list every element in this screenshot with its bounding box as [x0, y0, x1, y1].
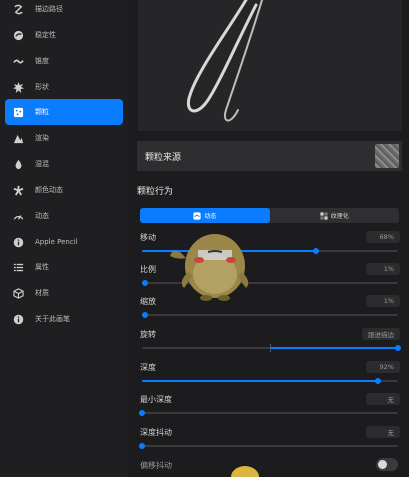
- segment-moving[interactable]: 动态: [140, 208, 270, 223]
- setting-depth-jitter: 深度抖动 无: [139, 426, 400, 453]
- setting-value[interactable]: 1%: [366, 295, 400, 307]
- brush-stroke-preview: [187, 0, 263, 122]
- depth-slider[interactable]: [142, 378, 398, 384]
- color-dynamics-icon: [11, 183, 25, 197]
- brush-settings-sidebar: 描边路径 稳定性 锥度 形状 颗粒 渲染 湿混 颜色动态 动态 Apple Pe…: [0, 0, 128, 477]
- sidebar-item-label: 渲染: [35, 134, 49, 142]
- stroke-path-icon: [11, 2, 25, 16]
- textured-grain-icon: [320, 211, 328, 220]
- setting-value[interactable]: 92%: [366, 361, 400, 373]
- shape-icon: [11, 80, 25, 94]
- sidebar-item-label: 关于此画笔: [35, 315, 70, 323]
- setting-rotation: 旋转 跟进描边: [140, 328, 401, 355]
- sidebar-item-label: Apple Pencil: [35, 238, 78, 246]
- list-icon: [11, 260, 25, 274]
- grain-mode-segmented-control: 动态 纹理化: [140, 208, 399, 223]
- setting-value[interactable]: 跟进描边: [362, 328, 400, 340]
- sidebar-item-label: 形状: [35, 83, 49, 91]
- sidebar-item-materials[interactable]: 材质: [5, 280, 123, 306]
- grain-icon: [11, 105, 25, 119]
- setting-value[interactable]: 1%: [366, 263, 400, 275]
- zoom-slider[interactable]: [141, 312, 398, 318]
- sidebar-item-label: 描边路径: [35, 5, 63, 13]
- sidebar-item-stabilization[interactable]: 稳定性: [5, 22, 123, 48]
- sidebar-item-label: 湿混: [35, 160, 49, 168]
- depth-jitter-slider[interactable]: [139, 443, 398, 449]
- setting-offset-jitter: 偏移抖动: [140, 458, 400, 477]
- moving-grain-icon: [193, 211, 201, 220]
- setting-value[interactable]: 68%: [366, 231, 400, 243]
- sidebar-item-shape[interactable]: 形状: [5, 74, 123, 100]
- sidebar-item-about-brush[interactable]: 关于此画笔: [5, 306, 123, 332]
- sidebar-item-grain[interactable]: 颗粒: [5, 99, 123, 125]
- sidebar-item-label: 材质: [35, 289, 49, 297]
- segment-textured[interactable]: 纹理化: [270, 208, 400, 223]
- min-depth-slider[interactable]: [139, 410, 398, 416]
- sidebar-item-label: 颜色动态: [35, 186, 63, 194]
- setting-depth: 深度 92%: [140, 361, 400, 388]
- dynamics-icon: [11, 209, 25, 223]
- brush-studio: 描边路径 稳定性 锥度 形状 颗粒 渲染 湿混 颜色动态 动态 Apple Pe…: [0, 0, 409, 477]
- grain-source-thumbnail[interactable]: [375, 144, 399, 168]
- sidebar-item-dynamics[interactable]: 动态: [5, 203, 123, 229]
- sidebar-item-color-dynamics[interactable]: 颜色动态: [5, 177, 123, 203]
- stabilization-icon: [11, 28, 25, 42]
- settings-panel: 颗粒来源 颗粒行为 动态 纹理化 移动 68% 比例 1% 缩放 1% 旋转 跟…: [128, 0, 409, 477]
- setting-label: 移动: [140, 233, 156, 242]
- setting-label: 比例: [140, 265, 156, 274]
- info-circle-icon: [11, 235, 25, 249]
- sidebar-item-stroke-path[interactable]: 描边路径: [5, 0, 123, 22]
- bird-sticker-image: [170, 234, 249, 301]
- sidebar-item-label: 锥度: [35, 57, 49, 65]
- sticker-fragment-image: [231, 466, 259, 477]
- setting-label: 缩放: [140, 297, 156, 306]
- setting-label: 最小深度: [140, 395, 172, 404]
- wet-mix-icon: [11, 157, 25, 171]
- setting-value[interactable]: 无: [366, 426, 400, 438]
- sidebar-item-rendering[interactable]: 渲染: [5, 125, 123, 151]
- grain-source-label: 颗粒来源: [145, 152, 182, 163]
- setting-min-depth: 最小深度 无: [139, 393, 400, 420]
- taper-icon: [11, 54, 25, 68]
- segment-textured-label: 纹理化: [330, 213, 349, 220]
- sidebar-item-label: 属性: [35, 263, 49, 271]
- sidebar-item-properties[interactable]: 属性: [5, 254, 123, 280]
- rotation-slider[interactable]: [142, 344, 401, 352]
- grain-source-row[interactable]: 颗粒来源: [137, 141, 402, 171]
- setting-label: 深度抖动: [140, 428, 172, 437]
- grain-behavior-title: 颗粒行为: [137, 187, 174, 197]
- sidebar-item-label: 动态: [35, 212, 49, 220]
- sidebar-item-label: 颗粒: [35, 108, 49, 116]
- rendering-icon: [11, 131, 25, 145]
- sidebar-item-wet-mix[interactable]: 湿混: [5, 151, 123, 177]
- brush-preview-canvas[interactable]: [138, 0, 402, 131]
- setting-label: 深度: [140, 363, 156, 372]
- sidebar-item-taper[interactable]: 锥度: [5, 48, 123, 74]
- setting-label: 旋转: [140, 330, 156, 339]
- offset-jitter-toggle[interactable]: [376, 458, 398, 471]
- cube-icon: [11, 286, 25, 300]
- info-circle-icon: [11, 312, 25, 326]
- sidebar-item-label: 稳定性: [35, 31, 56, 39]
- sidebar-item-apple-pencil[interactable]: Apple Pencil: [5, 229, 123, 255]
- segment-moving-label: 动态: [204, 213, 217, 220]
- setting-value[interactable]: 无: [366, 393, 400, 405]
- setting-label: 偏移抖动: [140, 461, 172, 470]
